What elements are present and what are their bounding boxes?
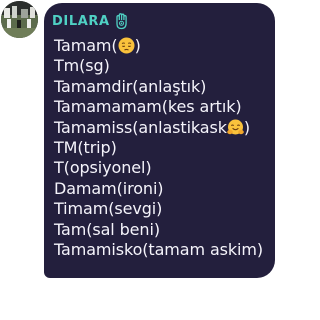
message-line: Tm(sg) <box>54 56 110 76</box>
pensive-face-emoji <box>118 37 135 54</box>
message-line: Timam(sevgi) <box>54 199 163 219</box>
message-line: T(opsiyonel) <box>54 158 152 178</box>
message-line: Tamam( ) <box>54 36 141 55</box>
message-line: Tamamamam(kes artık) <box>54 97 242 117</box>
message-line: Tam(sal beni) <box>54 219 160 239</box>
avatar[interactable] <box>1 1 38 38</box>
message-sender: DILARA <box>52 10 129 32</box>
message-line: Tamamisko(tamam askim) <box>54 239 264 259</box>
message-line: Tamamdir(anlaştık) <box>54 76 207 96</box>
message-line: Tamamiss(anlastikask ) <box>54 117 251 137</box>
hamsa-icon <box>116 12 127 29</box>
message-text: Tamam( ) Tm(sg) Tamamdir(anlaştık) Tamam… <box>54 36 271 260</box>
hugging-face-emoji <box>227 119 244 136</box>
message-bubble[interactable]: DILARA Tamam( ) Tm(sg) Tamamdir(anlaştık… <box>44 3 275 278</box>
sender-name: DILARA <box>52 13 110 29</box>
message-line: TM(trip) <box>54 137 117 157</box>
message-line: Damam(ironi) <box>54 178 164 198</box>
avatar-photo <box>1 1 38 38</box>
